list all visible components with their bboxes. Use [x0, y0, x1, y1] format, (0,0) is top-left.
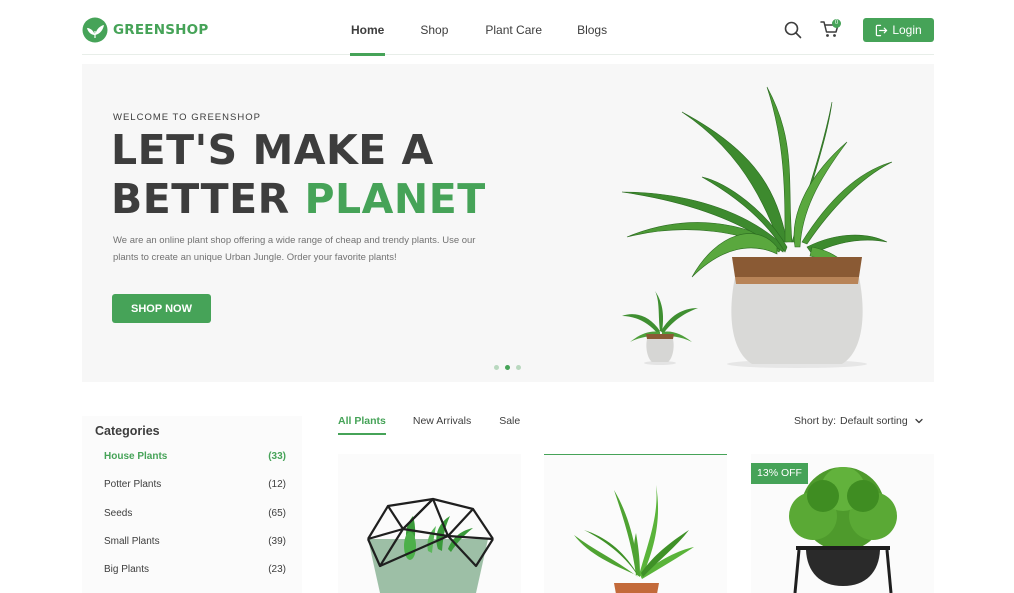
hero-title: LET'S MAKE A BETTER PLANET: [111, 126, 486, 224]
cart-button[interactable]: 0: [820, 19, 842, 39]
category-label: Potter Plants: [104, 479, 162, 490]
product-card[interactable]: 13% OFF: [751, 454, 934, 593]
category-item-small-plants[interactable]: Small Plants (39): [104, 536, 286, 547]
login-label: Login: [892, 23, 922, 37]
chevron-down-icon: [915, 418, 923, 424]
category-label: Big Plants: [104, 564, 150, 575]
product-card[interactable]: [544, 454, 727, 593]
nav-shop[interactable]: Shop: [420, 0, 448, 55]
hero-small-plant-image: [622, 291, 698, 365]
tab-sale[interactable]: Sale: [499, 408, 520, 432]
categories-title: Categories: [95, 424, 160, 438]
category-label: Small Plants: [104, 536, 160, 547]
category-count: (33): [268, 451, 286, 462]
category-item-house-plants[interactable]: House Plants (33): [104, 451, 286, 462]
carousel-dot-1[interactable]: [494, 365, 499, 370]
category-item-big-plants[interactable]: Big Plants (23): [104, 564, 286, 575]
hero-title-line2-prefix: BETTER: [111, 175, 305, 223]
leaf-logo-icon: [82, 17, 108, 43]
hero-carousel-dots: [494, 365, 521, 370]
category-count: (39): [268, 536, 286, 547]
shop-now-button[interactable]: SHOP NOW: [112, 294, 211, 323]
main-nav: Home Shop Plant Care Blogs: [349, 0, 607, 56]
header: GREENSHOP Home Shop Plant Care Blogs 0 L…: [82, 0, 934, 56]
brand-name: GREENSHOP: [113, 22, 209, 38]
nav-home[interactable]: Home: [349, 0, 386, 56]
category-item-potter-plants[interactable]: Potter Plants (12): [104, 479, 286, 490]
hero-welcome: Welcome to GreenShop: [113, 112, 261, 123]
nav-plant-care[interactable]: Plant Care: [485, 0, 542, 55]
category-count: (12): [268, 479, 286, 490]
carousel-dot-2[interactable]: [505, 365, 510, 370]
category-label: House Plants: [104, 451, 168, 462]
category-label: Seeds: [104, 508, 133, 519]
categories-panel: Categories House Plants (33) Potter Plan…: [82, 416, 302, 593]
cart-count-badge: 0: [832, 19, 841, 28]
category-count: (65): [268, 508, 286, 519]
logo[interactable]: GREENSHOP: [82, 17, 208, 43]
login-button[interactable]: Login: [863, 18, 934, 42]
hero-title-line1: LET'S MAKE A: [111, 126, 434, 174]
product-image-fern: [574, 485, 694, 593]
tab-new-arrivals[interactable]: New Arrivals: [413, 408, 471, 432]
product-image-terrarium: [366, 497, 494, 593]
hero-description: We are an online plant shop offering a w…: [113, 235, 476, 263]
search-icon[interactable]: [784, 21, 802, 39]
sort-value: Default sorting: [840, 415, 908, 427]
nav-blogs[interactable]: Blogs: [577, 0, 607, 55]
carousel-dot-3[interactable]: [516, 365, 521, 370]
product-card[interactable]: [338, 454, 521, 593]
sort-label: Short by:: [794, 415, 837, 427]
logout-icon: [876, 24, 888, 36]
sort-dropdown[interactable]: Short by: Default sorting: [794, 415, 924, 427]
tab-all-plants[interactable]: All Plants: [338, 408, 386, 435]
product-discount-badge: 13% OFF: [751, 463, 808, 484]
category-count: (23): [268, 564, 286, 575]
hero-title-highlight: PLANET: [304, 175, 486, 223]
category-item-seeds[interactable]: Seeds (65): [104, 508, 286, 519]
product-tabs: All Plants New Arrivals Sale: [338, 408, 520, 435]
hero-banner: Welcome to GreenShop LET'S MAKE A BETTER…: [82, 64, 934, 382]
